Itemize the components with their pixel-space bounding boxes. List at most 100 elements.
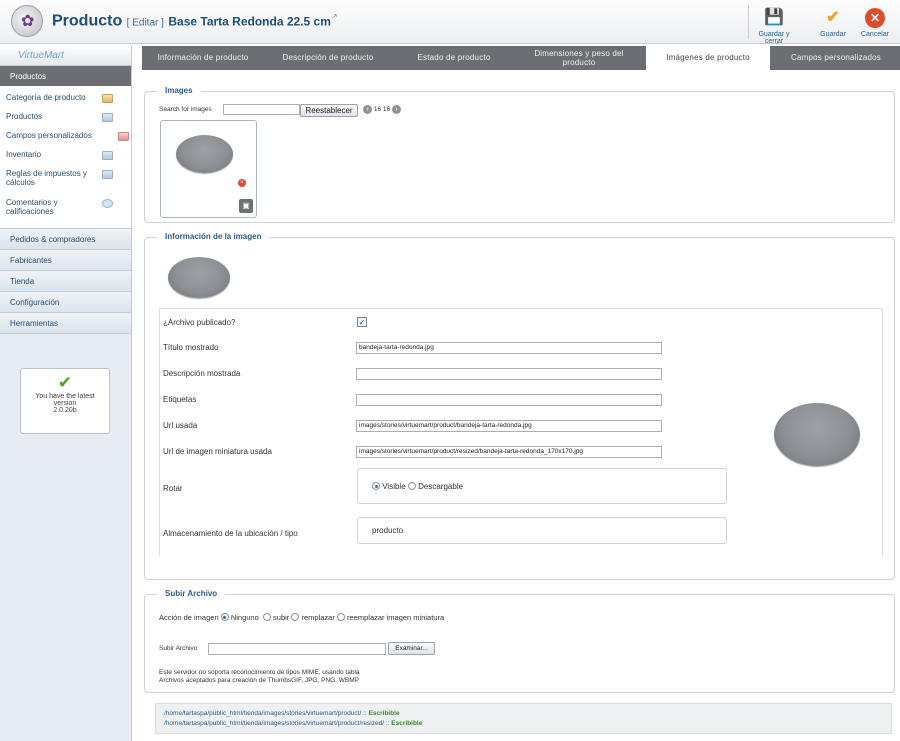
- image-thumbnail-card[interactable]: × ▣: [160, 120, 257, 218]
- version-line2: version: [53, 400, 77, 407]
- save-button[interactable]: ✔ Guardar: [818, 8, 848, 38]
- rotate-visible-radio[interactable]: [372, 482, 380, 490]
- toolbar-separator: [748, 5, 749, 39]
- custom-fields-icon: [118, 132, 129, 141]
- check-icon: ✔: [57, 373, 73, 392]
- rotate-downloadable-radio[interactable]: [407, 482, 416, 490]
- mime-note: Este servidor no soporta reconocimiento …: [159, 669, 360, 676]
- path-1: /home/tartaspa/public_html/tienda/images…: [164, 710, 362, 717]
- image-info-fieldset: Información de la imagen ¿Archivo public…: [144, 232, 895, 580]
- prev-page-icon[interactable]: ‹: [363, 105, 372, 114]
- sidebar: VirtueMart Productos Categoría de produc…: [0, 46, 132, 741]
- action-replace-thumb-label: reemplazar imagen miniatura: [347, 613, 445, 622]
- rotate-label: Rotar: [163, 484, 183, 493]
- remove-image-icon[interactable]: ×: [238, 179, 246, 187]
- images-fieldset: Images Search for images Reestablecer ‹ …: [144, 86, 895, 223]
- storage-value: producto: [372, 526, 404, 535]
- tags-input[interactable]: [356, 394, 662, 406]
- sidebar-item-label: Categoría de producto: [6, 93, 86, 102]
- action-upload-label: subir: [273, 613, 290, 622]
- sidebar-item-label: Reglas de impuestos y cálculos: [6, 169, 87, 187]
- path-2-status: Escribible: [391, 720, 423, 727]
- sidebar-item-categories[interactable]: Categoría de producto: [0, 90, 131, 109]
- upload-fieldset: Subir Archivo Acción de imagen Ninguno s…: [144, 589, 895, 693]
- product-tabs: Información de producto Descripción de p…: [142, 46, 900, 70]
- action-none-label: Ninguno: [230, 613, 259, 622]
- search-images-label: Search for images: [159, 106, 212, 113]
- tab-product-images[interactable]: Imágenes de producto: [646, 46, 770, 70]
- description-input[interactable]: [356, 368, 662, 380]
- save-close-button[interactable]: 💾 Guardar y cerrar: [750, 8, 798, 45]
- storage-field[interactable]: producto: [357, 517, 727, 544]
- pagination: ‹ 16 16 ›: [363, 105, 401, 114]
- virtuemart-logo[interactable]: VirtueMart: [0, 46, 131, 66]
- version-box: ✔ You have the latest version 2.0.20b: [20, 368, 110, 434]
- reset-button[interactable]: Reestablecer: [300, 104, 358, 117]
- title-input[interactable]: bandeja-tarta-redonda.jpg: [356, 342, 662, 354]
- description-label: Descripción mostrada: [163, 369, 241, 378]
- folder-icon: [102, 94, 113, 103]
- cancel-button[interactable]: ✕ Cancelar: [857, 8, 893, 38]
- rotate-options: Visible Descargable: [372, 482, 463, 491]
- page-count-a: 16: [373, 106, 382, 114]
- accepted-formats-note: Archivos aceptados para creación de Thum…: [159, 677, 360, 684]
- sidebar-item-tax-rules[interactable]: Reglas de impuestos y cálculos: [0, 166, 131, 195]
- sidebar-item-custom-fields[interactable]: Campos personalizados: [0, 128, 131, 147]
- title-label: Título mostrado: [163, 343, 219, 352]
- next-page-icon[interactable]: ›: [391, 105, 401, 114]
- version-line1: You have the latest: [35, 393, 95, 400]
- title-text: Producto: [52, 12, 123, 30]
- images-legend: Images: [157, 86, 201, 95]
- action-upload-radio[interactable]: [262, 613, 271, 621]
- image-action-label: Acción de imagen: [159, 613, 219, 622]
- action-none-radio[interactable]: [220, 613, 229, 621]
- tab-custom-fields[interactable]: Campos personalizados: [778, 46, 894, 70]
- thumb-url-input[interactable]: images/stories/virtuemart/product/resize…: [356, 446, 662, 458]
- search-images-input[interactable]: [223, 104, 300, 115]
- external-link-icon[interactable]: ↗: [331, 12, 338, 21]
- sidebar-item-reviews[interactable]: Comentarios y calificaciones: [0, 195, 131, 224]
- sidebar-section-title[interactable]: Productos: [0, 66, 131, 86]
- tab-product-description[interactable]: Descripción de producto: [268, 46, 388, 70]
- upload-file-input[interactable]: [208, 643, 386, 655]
- sidebar-section-manufacturers[interactable]: Fabricantes: [0, 250, 131, 271]
- tab-dimensions-weight[interactable]: Dimensiones y peso del producto: [520, 46, 638, 70]
- sidebar-item-products[interactable]: Productos: [0, 109, 131, 128]
- published-checkbox[interactable]: ✓: [357, 317, 367, 327]
- edit-label: [ Editar ]: [126, 17, 164, 29]
- sidebar-item-inventory[interactable]: Inventario: [0, 147, 131, 166]
- sidebar-item-label: Productos: [6, 112, 43, 121]
- storage-label: Almacenamiento de la ubicación / tipo: [163, 529, 298, 538]
- upload-file-label: Subir Archivo: [159, 645, 198, 652]
- action-replace-radio[interactable]: [291, 613, 300, 621]
- path-2: /home/tartaspa/public_html/tienda/images…: [164, 720, 385, 727]
- checkmark-icon: ✔: [826, 9, 840, 26]
- large-preview-image: [774, 403, 860, 466]
- image-info-legend: Información de la imagen: [157, 232, 270, 241]
- tab-product-status[interactable]: Estado de producto: [404, 46, 504, 70]
- thumbnail-image: [176, 135, 233, 173]
- browse-button[interactable]: Examinar...: [388, 642, 435, 655]
- action-replace-thumb-radio[interactable]: [336, 613, 345, 621]
- sidebar-products-menu: Categoría de producto Productos Campos p…: [0, 86, 131, 229]
- sidebar-section-shop[interactable]: Tienda: [0, 271, 131, 292]
- save-close-label: Guardar y cerrar: [758, 31, 790, 45]
- image-edit-icon[interactable]: ▣: [239, 199, 253, 213]
- url-label: Url usada: [163, 421, 198, 430]
- version-number: 2.0.20b: [53, 407, 77, 414]
- sidebar-section-tools[interactable]: Herramientas: [0, 313, 131, 334]
- path-1-status: Escribible: [368, 710, 400, 717]
- url-input[interactable]: images/stories/virtuemart/product/bandej…: [356, 420, 662, 432]
- page-count-b: 16: [382, 106, 391, 114]
- page-title: Producto [ Editar ] Base Tarta Redonda 2…: [52, 12, 338, 30]
- preview-image: [168, 257, 230, 298]
- product-logo-icon: ✿: [11, 5, 43, 37]
- sidebar-section-configuration[interactable]: Configuración: [0, 292, 131, 313]
- sidebar-item-label: Inventario: [6, 150, 42, 159]
- tab-product-info[interactable]: Información de producto: [142, 46, 264, 70]
- path-row-1: /home/tartaspa/public_html/tienda/images…: [164, 710, 400, 717]
- sidebar-section-orders[interactable]: Pedidos & compradores: [0, 229, 131, 250]
- calculator-icon: [102, 170, 113, 179]
- header: ✿ Producto [ Editar ] Base Tarta Redonda…: [0, 0, 900, 45]
- product-name: Base Tarta Redonda 22.5 cm: [168, 14, 331, 29]
